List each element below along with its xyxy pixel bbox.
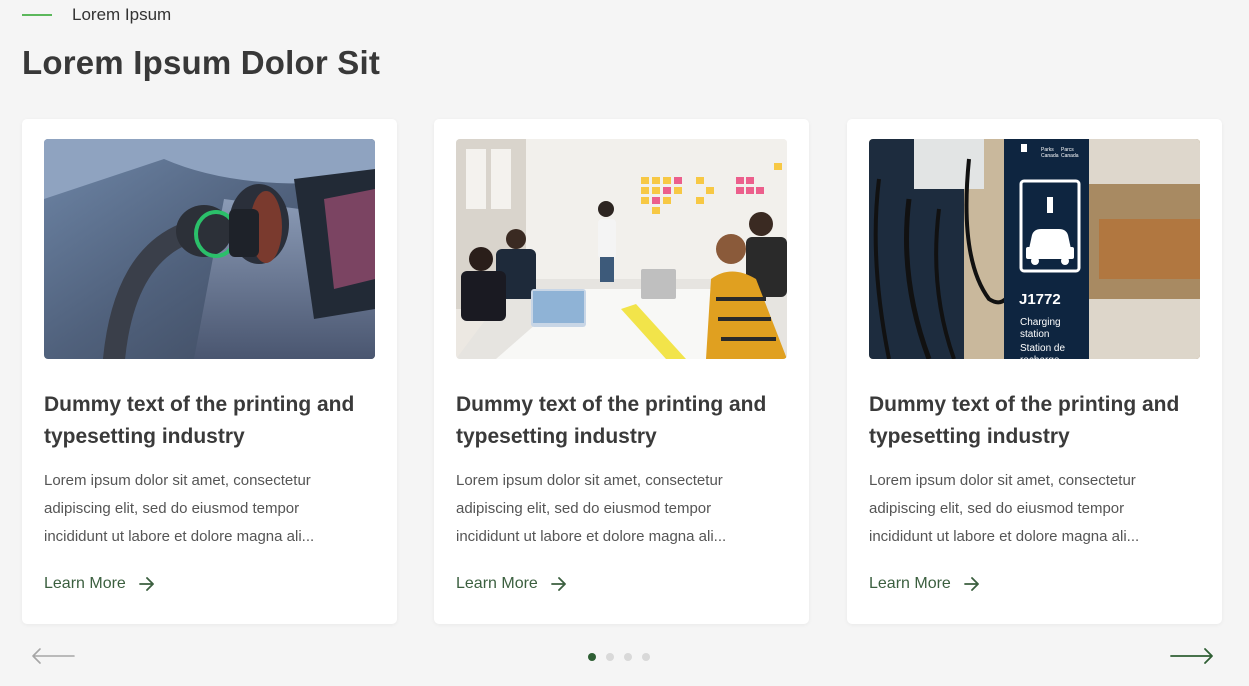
card-excerpt: Lorem ipsum dolor sit amet, consectetur … — [456, 472, 727, 545]
article-card: Dummy text of the printing and typesetti… — [22, 119, 397, 624]
arrow-right-icon — [138, 577, 155, 591]
carousel-pagination — [588, 653, 660, 661]
section-eyebrow: Lorem Ipsum — [22, 4, 171, 26]
eyebrow-accent-line — [22, 14, 52, 16]
card-title: Dummy text of the printing and typesetti… — [456, 393, 767, 448]
sign-agency-4: Canada — [1061, 153, 1079, 159]
sign-line-2: station — [1020, 329, 1049, 340]
sign-line-3: Station de — [1020, 343, 1065, 354]
card-excerpt: Lorem ipsum dolor sit amet, consectetur … — [869, 472, 1140, 545]
arrow-right-icon — [963, 577, 980, 591]
eyebrow-label: Lorem Ipsum — [72, 5, 172, 24]
arrow-right-icon — [550, 577, 567, 591]
card-excerpt: Lorem ipsum dolor sit amet, consectetur … — [44, 472, 315, 545]
carousel-section: Lorem Ipsum Lorem Ipsum Dolor Sit Dummy … — [0, 0, 1249, 686]
ev-charging-plug-image — [44, 139, 375, 359]
carousel-dot-4[interactable] — [642, 653, 650, 661]
arrow-right-icon — [1170, 648, 1213, 664]
learn-more-link[interactable]: Learn More — [869, 573, 980, 595]
section-title: Lorem Ipsum Dolor Sit — [22, 44, 381, 81]
arrow-left-icon — [32, 648, 75, 664]
carousel-dot-3[interactable] — [624, 653, 632, 661]
office-meeting-image — [456, 139, 787, 359]
learn-more-link[interactable]: Learn More — [456, 573, 567, 595]
card-title: Dummy text of the printing and typesetti… — [44, 393, 355, 448]
carousel-prev-button[interactable] — [31, 646, 75, 666]
charging-station-sign-image: Parks Canada Parcs Canada J1772 Charging… — [869, 139, 1200, 359]
sign-line-4: recharge — [1020, 355, 1060, 359]
learn-more-label: Learn More — [456, 575, 538, 592]
carousel-dot-1[interactable] — [588, 653, 596, 661]
article-card: Parks Canada Parcs Canada J1772 Charging… — [847, 119, 1222, 624]
carousel-next-button[interactable] — [1170, 646, 1214, 666]
sign-line-1: Charging — [1020, 317, 1061, 328]
learn-more-label: Learn More — [44, 575, 126, 592]
sign-agency-2: Canada — [1041, 153, 1059, 159]
learn-more-label: Learn More — [869, 575, 951, 592]
card-title: Dummy text of the printing and typesetti… — [869, 393, 1180, 448]
article-card: Dummy text of the printing and typesetti… — [434, 119, 809, 624]
carousel-dot-2[interactable] — [606, 653, 614, 661]
sign-model: J1772 — [1019, 291, 1061, 308]
learn-more-link[interactable]: Learn More — [44, 573, 155, 595]
